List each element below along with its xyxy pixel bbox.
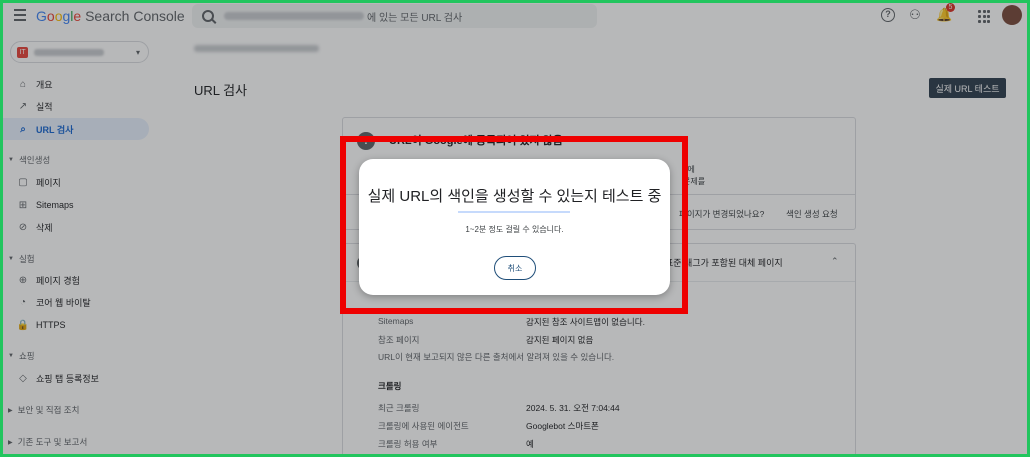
annotation-highlight-box [340, 136, 688, 314]
